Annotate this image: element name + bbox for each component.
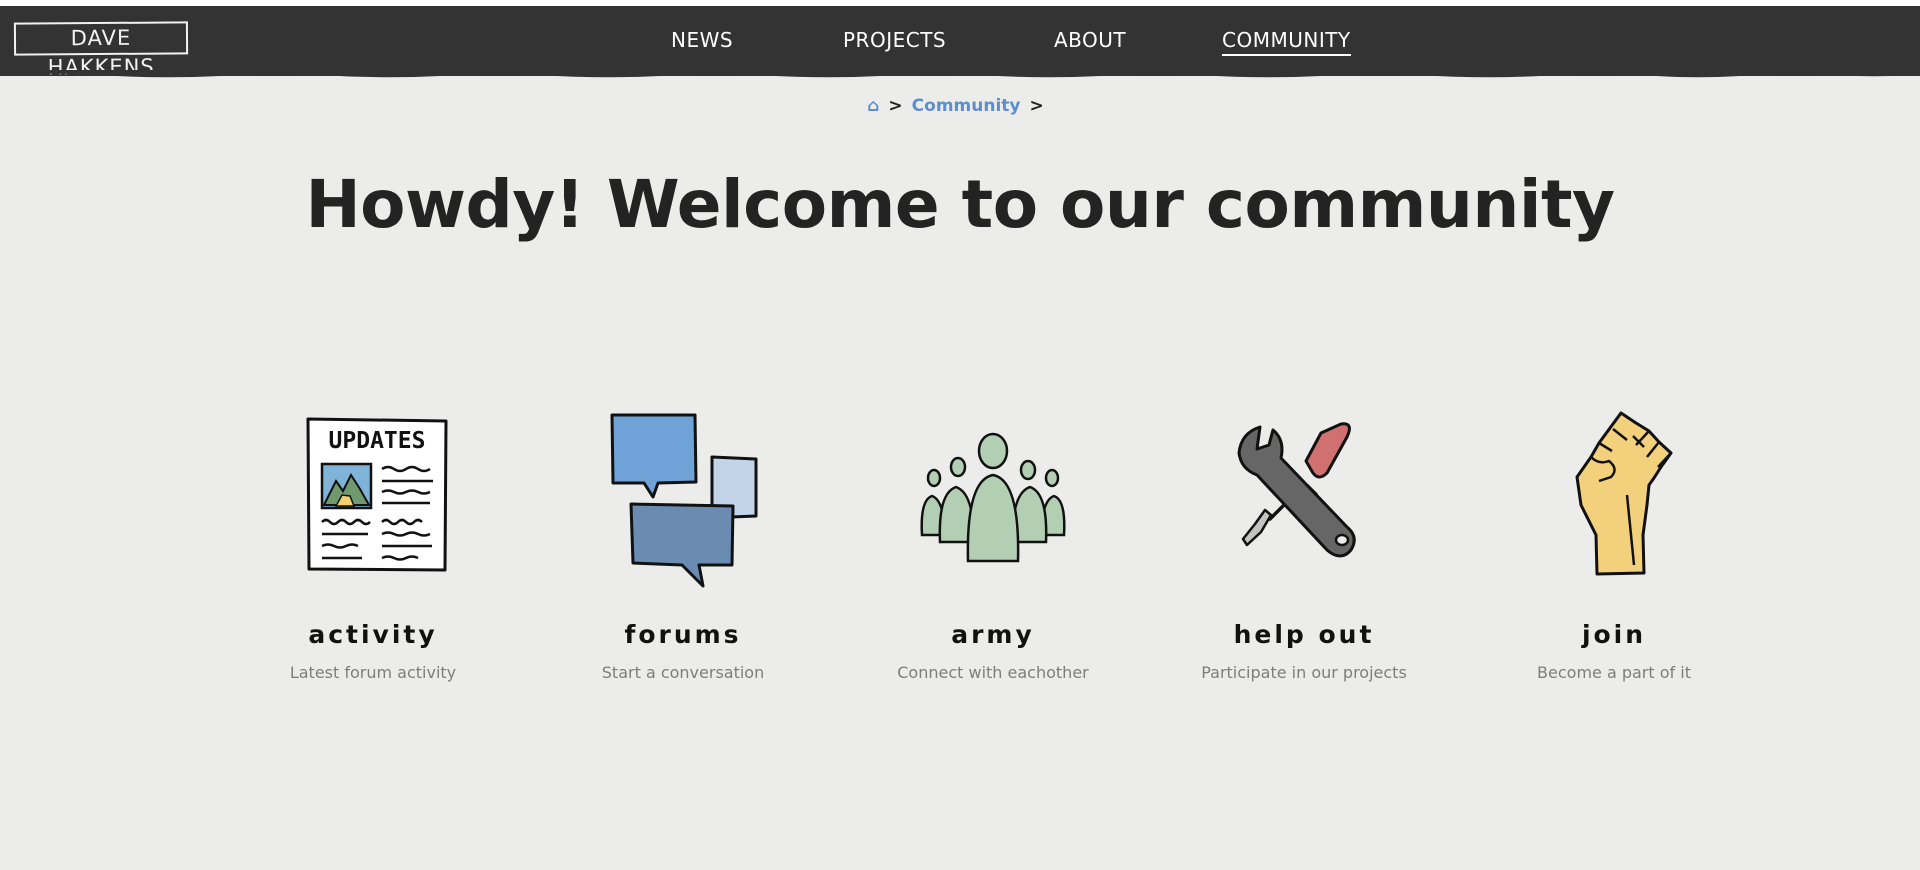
wrench-screwdriver-icon xyxy=(1229,405,1379,590)
breadcrumb: ⌂ > Community > xyxy=(0,96,1920,116)
nav-community[interactable]: COMMUNITY xyxy=(1222,28,1351,56)
section-description: Latest forum activity xyxy=(289,663,457,682)
section-forums[interactable]: forums Start a conversation xyxy=(553,405,813,695)
newspaper-headline: UPDATES xyxy=(329,428,426,454)
section-army[interactable]: army Connect with eachother xyxy=(863,405,1123,695)
section-description: Start a conversation xyxy=(601,663,765,682)
nav-about[interactable]: ABOUT xyxy=(1054,28,1126,52)
breadcrumb-community[interactable]: Community xyxy=(912,96,1021,116)
home-icon[interactable]: ⌂ xyxy=(867,96,879,116)
section-label: help out xyxy=(1233,620,1375,649)
section-label: army xyxy=(951,620,1035,649)
section-activity[interactable]: UPDATES activity Latest forum activity xyxy=(243,405,503,695)
section-description: Participate in our projects xyxy=(1201,663,1407,682)
navbar-torn-edge xyxy=(0,70,1920,78)
newspaper-updates-icon: UPDATES xyxy=(298,405,448,590)
people-group-icon xyxy=(918,405,1068,590)
breadcrumb-separator: > xyxy=(888,96,903,116)
nav-news[interactable]: NEWS xyxy=(671,28,733,52)
section-help-out[interactable]: help out Participate in our projects xyxy=(1174,405,1434,695)
section-label: join xyxy=(1581,620,1647,649)
top-navbar: DAVE HAKKENS NEWS PROJECTS ABOUT COMMUNI… xyxy=(0,6,1920,79)
breadcrumb-separator: > xyxy=(1029,96,1044,116)
section-join[interactable]: join Become a part of it xyxy=(1484,405,1744,695)
section-description: Become a part of it xyxy=(1537,663,1691,682)
section-label: forums xyxy=(624,620,742,649)
section-description: Connect with eachother xyxy=(897,663,1089,682)
section-label: activity xyxy=(308,620,438,649)
raised-fist-icon xyxy=(1539,405,1689,590)
speech-bubbles-icon xyxy=(608,405,758,590)
nav-projects[interactable]: PROJECTS xyxy=(843,28,946,52)
page-title: Howdy! Welcome to our community xyxy=(305,166,1615,243)
site-logo[interactable]: DAVE HAKKENS xyxy=(13,21,189,79)
